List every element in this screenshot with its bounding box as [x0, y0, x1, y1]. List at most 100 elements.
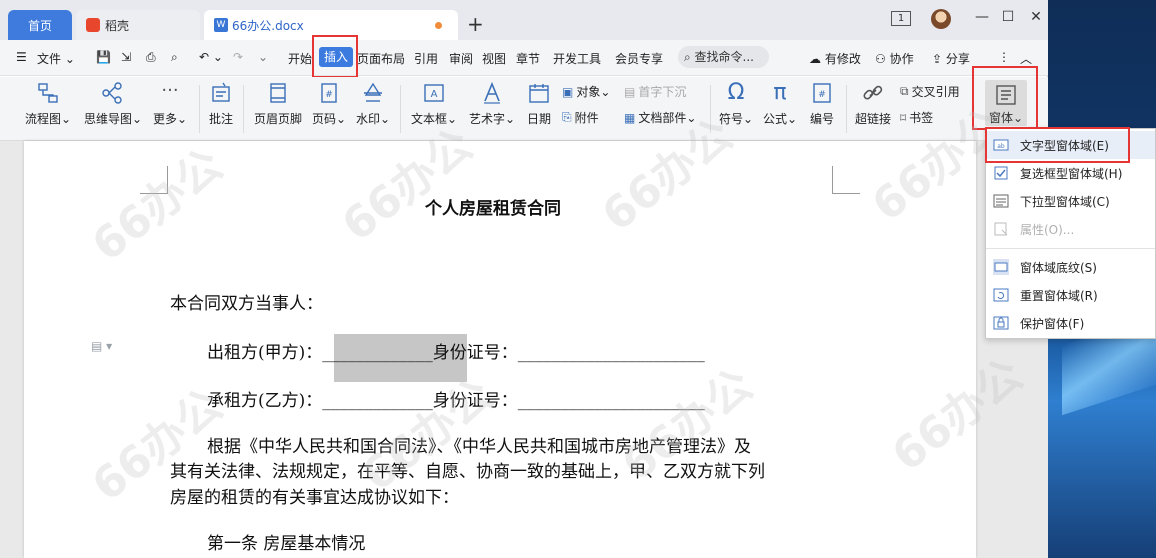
hamburger-menu-icon[interactable]: ☰	[16, 50, 27, 64]
numbering-button[interactable]: # 编号	[804, 81, 840, 127]
calendar-icon	[529, 84, 549, 103]
wps-window: 首页 稻壳 W 66办公.docx + 1 — ☐ ✕ ☰ 文件 ⌄ 💾 ⇲ ⎙…	[0, 0, 1048, 558]
cross-ref-button[interactable]: ⧉ 交叉引用	[900, 83, 960, 100]
more-button[interactable]: ··· 更多⌄	[150, 81, 190, 127]
object-button[interactable]: ▣ 对象 ⌄	[562, 83, 610, 100]
redo-icon[interactable]: ↷	[233, 50, 243, 64]
maximize-icon[interactable]: ☐	[998, 9, 1018, 29]
svg-text:A: A	[431, 89, 438, 100]
more-options-icon[interactable]: ⋮	[998, 50, 1010, 64]
doc-para-line1: 根据《中华人民共和国合同法》、《中华人民共和国城市房地产管理法》及	[207, 437, 751, 457]
tab-document-label: 66办公.docx	[232, 18, 304, 33]
more-dots-icon: ···	[161, 80, 179, 101]
menu-field-shading[interactable]: 窗体域底纹(S)	[986, 253, 1155, 281]
annotation-button[interactable]: 批注	[203, 81, 239, 127]
pi-icon: π	[773, 80, 787, 105]
export-icon[interactable]: ⇲	[121, 50, 131, 64]
document-page[interactable]: 个人房屋租赁合同 本合同双方当事人： 出租方(甲方)：_____________…	[24, 141, 976, 558]
svg-text:#: #	[325, 90, 333, 100]
share-button[interactable]: ⇪ 分享	[932, 50, 970, 67]
date-button[interactable]: 日期	[522, 81, 556, 127]
watermark-icon	[364, 82, 382, 102]
menu-protect-form[interactable]: 保护窗体(F)	[986, 309, 1155, 337]
mindmap-button[interactable]: 思维导图⌄	[84, 81, 142, 127]
bookmark-button[interactable]: ⌑ 书签	[900, 109, 933, 126]
reset-field-icon	[993, 288, 1009, 302]
paragraph-handle-icon[interactable]: ▤ ▾	[91, 339, 112, 353]
textbox-icon: A	[424, 84, 444, 102]
menu-properties[interactable]: 属性(O)...	[986, 215, 1155, 243]
wordart-icon	[484, 81, 500, 104]
new-tab-plus-icon[interactable]: +	[467, 12, 484, 36]
svg-text:#: #	[818, 90, 826, 100]
collab-button[interactable]: ⚇ 协作	[875, 50, 914, 67]
flowchart-button[interactable]: 流程图⌄	[24, 81, 72, 127]
annotation-icon	[212, 82, 230, 102]
page-number-icon: #	[321, 83, 337, 103]
doc-para-line3: 房屋的租赁的有关事宜达成协议如下：	[170, 488, 459, 508]
modified-button[interactable]: ☁ 有修改	[809, 50, 861, 67]
mindmap-icon	[102, 82, 122, 104]
menu-view[interactable]: 视图	[482, 50, 506, 67]
menu-dropdown-form-field[interactable]: 下拉型窗体域(C)	[986, 187, 1155, 215]
menu-references[interactable]: 引用	[414, 50, 438, 67]
tab-daoke-label: 稻壳	[105, 18, 130, 33]
more-quick-icon[interactable]: ⌄	[258, 50, 268, 64]
dropcap-icon: ▤	[624, 84, 636, 99]
header-footer-button[interactable]: 页眉页脚	[250, 81, 306, 127]
doc-parts-button[interactable]: ▦ 文档部件 ⌄	[624, 109, 696, 126]
ribbon-separator	[846, 85, 847, 133]
formula-button[interactable]: π 公式⌄	[760, 81, 800, 127]
symbol-button[interactable]: Ω 符号⌄	[716, 81, 756, 127]
attachment-button[interactable]: ⎘ 附件	[562, 109, 599, 126]
collapse-ribbon-icon[interactable]: ︿	[1020, 50, 1032, 67]
menu-file[interactable]: 文件 ⌄	[37, 50, 75, 67]
link-icon	[863, 85, 883, 100]
page-indicator-icon[interactable]: 1	[891, 11, 911, 26]
ribbon-separator	[710, 85, 711, 133]
menu-review[interactable]: 审阅	[449, 50, 473, 67]
menu-checkbox-form-field[interactable]: 复选框型窗体域(H)	[986, 159, 1155, 187]
close-icon[interactable]: ✕	[1026, 9, 1046, 29]
daoke-logo-icon	[86, 18, 100, 32]
textbox-button[interactable]: A 文本框⌄	[410, 81, 458, 127]
ribbon-separator	[199, 85, 200, 133]
menu-membership[interactable]: 会员专享	[615, 50, 663, 67]
hyperlink-button[interactable]: 超链接	[852, 81, 894, 127]
doc-section-1: 第一条 房屋基本情况	[207, 534, 366, 554]
unsaved-dot-icon	[435, 22, 442, 29]
doc-line-parties: 本合同双方当事人：	[170, 294, 323, 314]
insert-highlight-box	[312, 35, 358, 78]
doc-para-line2: 其有关法律、法规规定，在平等、自愿、协商一致的基础上，甲、乙双方就下列	[170, 462, 765, 482]
field-shading-icon	[993, 259, 1009, 275]
command-search[interactable]: ⌕ 查找命令...	[678, 46, 769, 68]
minimize-icon[interactable]: —	[972, 9, 992, 29]
print-icon[interactable]: ⎙	[146, 50, 156, 65]
flowchart-icon	[38, 83, 58, 103]
menu-reset-form-field[interactable]: 重置窗体域(R)	[986, 281, 1155, 309]
dropcap-button[interactable]: ▤ 首字下沉	[624, 83, 686, 100]
tab-daoke[interactable]: 稻壳	[76, 10, 200, 40]
protect-form-icon	[993, 316, 1009, 330]
text-field-highlight-box	[985, 127, 1130, 163]
watermark-button[interactable]: 水印⌄	[355, 81, 391, 127]
menu-home[interactable]: 开始	[288, 50, 312, 67]
wordart-button[interactable]: 艺术字⌄	[468, 81, 516, 127]
object-icon: ▣	[562, 84, 574, 99]
menu-bar: ☰ 文件 ⌄ 💾 ⇲ ⎙ ⌕ ↶ ⌄ ↷ ⌄ 开始 插入 页面布局 引用 审阅 …	[0, 40, 1048, 76]
menu-section[interactable]: 章节	[516, 50, 540, 67]
margin-corner-top-right	[832, 166, 860, 194]
cross-ref-icon: ⧉	[900, 84, 909, 98]
header-footer-icon	[270, 83, 286, 103]
tab-home[interactable]: 首页	[8, 10, 72, 40]
preview-icon[interactable]: ⌕	[171, 50, 178, 65]
page-number-button[interactable]: # 页码⌄	[311, 81, 347, 127]
doc-line-lessee: 承租方(乙方)：_____________身份证号：______________…	[207, 391, 705, 411]
save-icon[interactable]: 💾	[96, 50, 111, 64]
menu-page-layout[interactable]: 页面布局	[357, 50, 405, 67]
undo-icon[interactable]: ↶ ⌄	[199, 50, 223, 64]
avatar[interactable]	[931, 9, 951, 29]
menu-developer[interactable]: 开发工具	[553, 50, 601, 67]
dropdown-field-icon	[993, 194, 1009, 208]
ribbon-separator	[243, 85, 244, 133]
